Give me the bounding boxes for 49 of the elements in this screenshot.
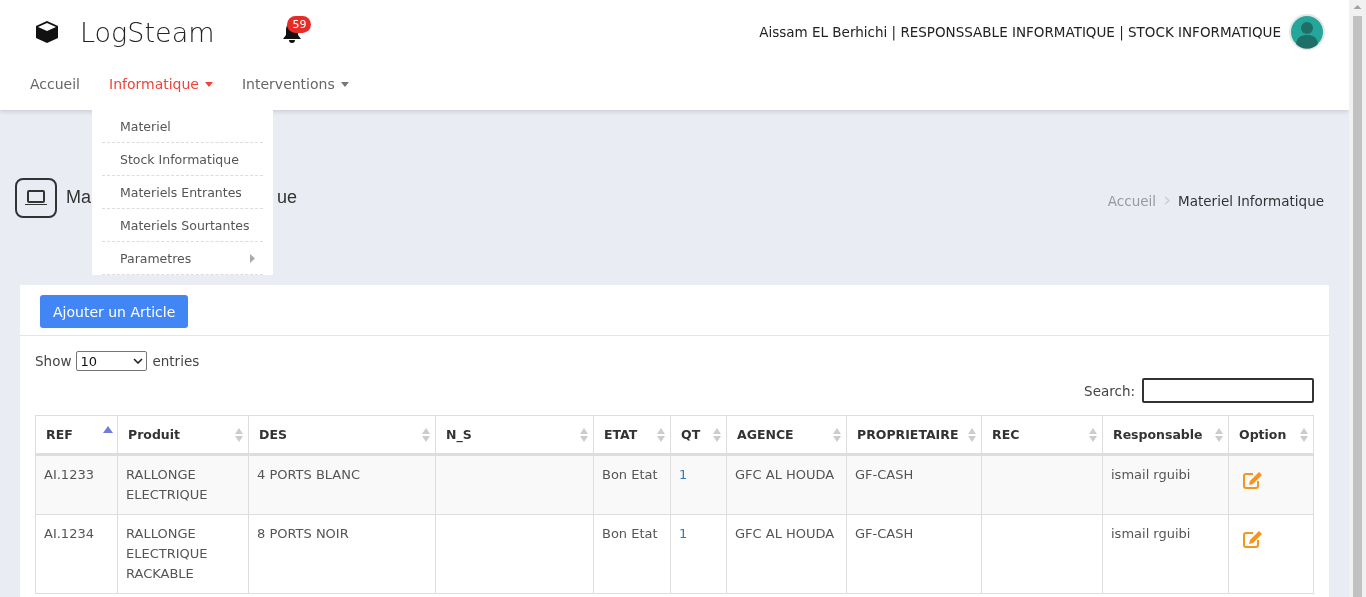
- dropdown-item[interactable]: Materiel: [102, 110, 263, 143]
- chevron-icon: [1164, 196, 1171, 205]
- table-cell: GF-CASH: [846, 514, 982, 594]
- dropdown-item[interactable]: Materiels Sourtantes: [102, 209, 263, 242]
- table-cell: ismail rguibi: [1102, 514, 1229, 594]
- laptop-icon: [15, 177, 57, 218]
- entries-label: entries: [152, 353, 200, 369]
- dropdown-item[interactable]: Parametres: [102, 242, 263, 275]
- edit-icon: [1243, 530, 1263, 548]
- cube-icon: [34, 19, 60, 45]
- breadcrumb-current: Materiel Informatique: [1178, 192, 1324, 209]
- table-cell: Bon Etat: [593, 514, 671, 594]
- caret-icon: [340, 81, 349, 87]
- notification-badge: 59: [287, 16, 312, 33]
- search-label: Search:: [1084, 382, 1135, 399]
- edit-button[interactable]: [1243, 530, 1263, 551]
- dropdown-item[interactable]: Stock Informatique: [102, 143, 263, 176]
- show-label: Show: [35, 353, 72, 369]
- table-cell: GF-CASH: [846, 454, 982, 515]
- table-cell: 1: [670, 454, 727, 515]
- caret-icon: [205, 81, 213, 87]
- table-cell: ismail rguibi: [1102, 454, 1229, 515]
- dropdown-item[interactable]: Materiels Entrantes: [102, 176, 263, 209]
- table-cell: 8 PORTS NOIR: [248, 514, 436, 594]
- avatar-icon[interactable]: [1289, 14, 1325, 50]
- table-cell: Bon Etat: [593, 454, 671, 515]
- entries-select[interactable]: 10: [76, 351, 148, 371]
- table-cell: 4 PORTS BLANC: [248, 454, 436, 515]
- nav-menu-item[interactable]: Informatique: [109, 76, 213, 92]
- edit-icon: [1243, 471, 1263, 489]
- submenu-arrow-icon: [250, 253, 255, 263]
- user-info: Aissam EL Berhichi | RESPONSSABLE INFORMATIQUE | STOCK INFORMATIQUE: [759, 24, 1281, 40]
- scrollbar-thumb[interactable]: [1353, 16, 1362, 597]
- table-cell: 1: [670, 514, 727, 594]
- edit-button[interactable]: [1243, 471, 1263, 492]
- table-cell: RALLONGE ELECTRIQUE RACKABLE: [117, 514, 249, 594]
- table-cell: GFC AL HOUDA: [726, 454, 847, 515]
- nav-menu-item[interactable]: Interventions: [242, 76, 349, 92]
- page-title: Ma: [66, 187, 91, 208]
- page-title: ue: [277, 187, 298, 208]
- table-cell: AI.1234: [35, 514, 118, 594]
- chevron-down-icon: [133, 358, 144, 364]
- nav-menu-item[interactable]: Accueil: [30, 76, 80, 92]
- brand-name: LogSteam: [80, 16, 215, 48]
- table-cell: AI.1233: [35, 454, 118, 515]
- table-cell: GFC AL HOUDA: [726, 514, 847, 594]
- search-field[interactable]: [1142, 378, 1314, 403]
- table-cell: RALLONGE ELECTRIQUE: [117, 454, 249, 515]
- add-article-button[interactable]: Ajouter un Article: [40, 295, 189, 328]
